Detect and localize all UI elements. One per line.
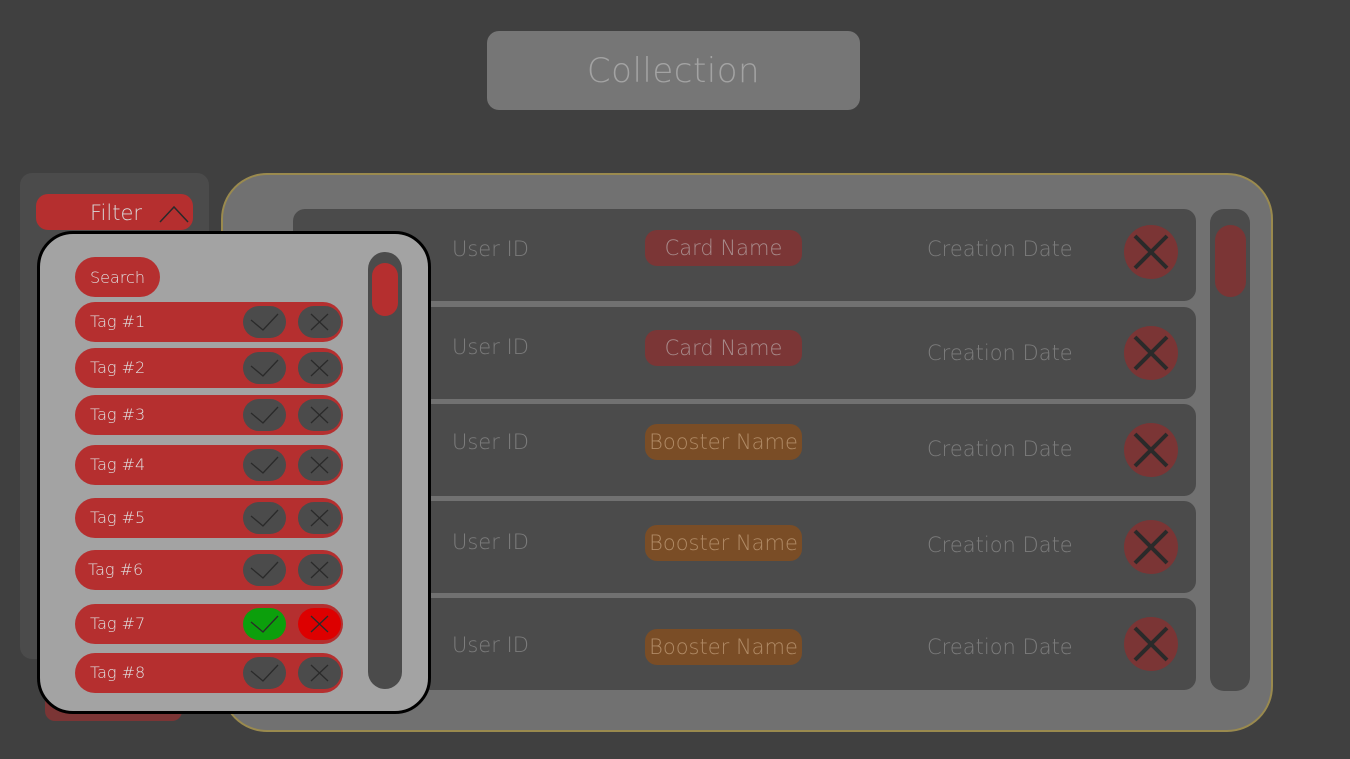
tag-label: Tag #6 [88, 560, 144, 579]
tag-label: Tag #1 [90, 312, 146, 331]
check-icon [250, 509, 279, 527]
row-user-id: User ID [452, 530, 529, 554]
close-icon [1133, 432, 1169, 468]
delete-row-button[interactable] [1124, 326, 1178, 380]
filter-scrollbar[interactable] [368, 252, 402, 689]
delete-row-button[interactable] [1124, 225, 1178, 279]
delete-row-button[interactable] [1124, 617, 1178, 671]
row-item-name[interactable]: Card Name [645, 330, 802, 366]
chevron-up-icon [159, 205, 189, 223]
close-icon [1133, 234, 1169, 270]
check-icon [250, 561, 279, 579]
collection-scrollbar[interactable] [1210, 209, 1250, 691]
tag-exclude-toggle[interactable] [298, 306, 341, 338]
tag-item: Tag #4 [75, 445, 343, 485]
row-user-id: User ID [452, 237, 529, 261]
tag-include-toggle[interactable] [243, 399, 286, 431]
tag-item: Tag #5 [75, 498, 343, 538]
tag-exclude-toggle[interactable] [298, 608, 341, 640]
collection-scrollbar-thumb[interactable] [1215, 225, 1246, 297]
row-item-name[interactable]: Card Name [645, 230, 802, 266]
tag-item: Tag #3 [75, 395, 343, 435]
tag-exclude-toggle[interactable] [298, 449, 341, 481]
tag-item: Tag #6 [75, 550, 343, 590]
tag-label: Tag #5 [90, 508, 146, 527]
tag-include-toggle[interactable] [243, 449, 286, 481]
tag-include-toggle[interactable] [243, 608, 286, 640]
tag-label: Tag #8 [90, 663, 146, 682]
close-icon [310, 456, 329, 474]
close-icon [1133, 335, 1169, 371]
filter-scrollbar-thumb[interactable] [372, 263, 398, 316]
check-icon [250, 456, 279, 474]
row-item-name[interactable]: Booster Name [645, 629, 802, 665]
tag-include-toggle[interactable] [243, 657, 286, 689]
close-icon [310, 313, 329, 331]
tag-exclude-toggle[interactable] [298, 502, 341, 534]
tag-label: Tag #2 [90, 358, 146, 377]
tag-include-toggle[interactable] [243, 502, 286, 534]
tag-label: Tag #3 [90, 405, 146, 424]
row-user-id: User ID [452, 633, 529, 657]
check-icon [250, 615, 279, 633]
filter-label: Filter [90, 201, 143, 225]
delete-row-button[interactable] [1124, 520, 1178, 574]
tag-exclude-toggle[interactable] [298, 352, 341, 384]
row-user-id: User ID [452, 335, 529, 359]
close-icon [1133, 626, 1169, 662]
tag-exclude-toggle[interactable] [298, 657, 341, 689]
close-icon [310, 561, 329, 579]
check-icon [250, 664, 279, 682]
row-user-id: User ID [452, 430, 529, 454]
check-icon [250, 313, 279, 331]
tag-exclude-toggle[interactable] [298, 554, 341, 586]
page-title: Collection [487, 31, 860, 110]
tag-label: Tag #7 [90, 614, 146, 633]
search-button[interactable]: Search [75, 257, 160, 297]
row-creation-date: Creation Date [927, 237, 1073, 261]
row-creation-date: Creation Date [927, 635, 1073, 659]
tag-item: Tag #8 [75, 653, 343, 693]
close-icon [310, 509, 329, 527]
close-icon [1133, 529, 1169, 565]
filter-button[interactable]: Filter [36, 194, 193, 230]
row-item-name[interactable]: Booster Name [645, 525, 802, 561]
tag-item: Tag #2 [75, 348, 343, 388]
close-icon [310, 615, 329, 633]
row-item-name[interactable]: Booster Name [645, 424, 802, 460]
close-icon [310, 359, 329, 377]
tag-item: Tag #1 [75, 302, 343, 342]
tag-item: Tag #7 [75, 604, 343, 644]
tag-include-toggle[interactable] [243, 554, 286, 586]
tag-exclude-toggle[interactable] [298, 399, 341, 431]
delete-row-button[interactable] [1124, 423, 1178, 477]
row-creation-date: Creation Date [927, 341, 1073, 365]
tag-include-toggle[interactable] [243, 352, 286, 384]
close-icon [310, 664, 329, 682]
tag-label: Tag #4 [90, 455, 146, 474]
row-creation-date: Creation Date [927, 533, 1073, 557]
tag-include-toggle[interactable] [243, 306, 286, 338]
check-icon [250, 359, 279, 377]
row-creation-date: Creation Date [927, 437, 1073, 461]
close-icon [310, 406, 329, 424]
check-icon [250, 406, 279, 424]
